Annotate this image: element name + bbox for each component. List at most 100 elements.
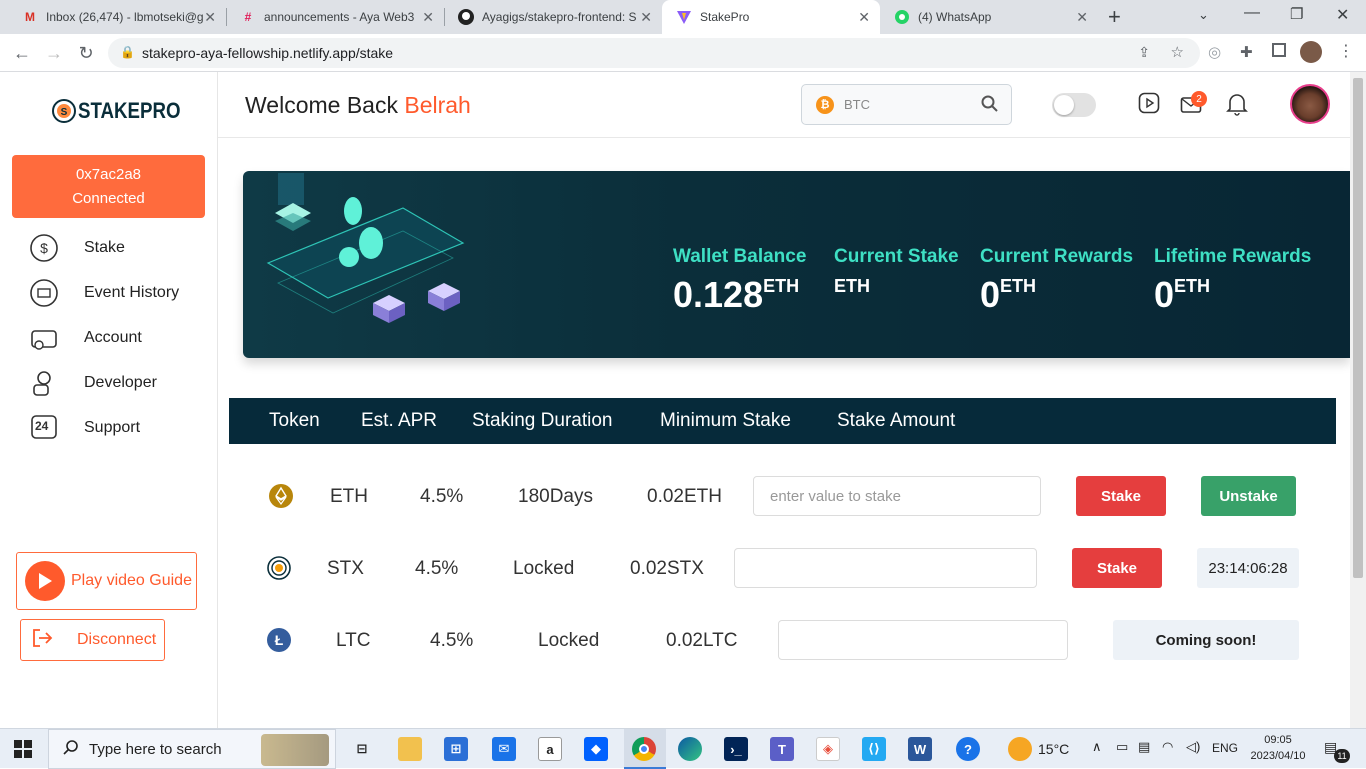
- tab-gmail[interactable]: M Inbox (26,474) - lbmotseki@g ✕: [8, 0, 226, 34]
- file-explorer-icon[interactable]: [398, 737, 422, 761]
- tab-stakepro[interactable]: StakePro ✕: [662, 0, 880, 34]
- browser-tab-bar: M Inbox (26,474) - lbmotseki@g ✕ # annou…: [0, 0, 1366, 34]
- stake-amount-input[interactable]: [734, 548, 1037, 588]
- sidebar-item-event-history[interactable]: Event History: [28, 277, 179, 309]
- help-icon[interactable]: ?: [956, 737, 980, 761]
- battery-icon[interactable]: ▭: [1116, 739, 1128, 755]
- bell-icon[interactable]: [1226, 92, 1248, 121]
- tab-slack[interactable]: # announcements - Aya Web3 ✕: [226, 0, 444, 34]
- back-icon[interactable]: ←: [12, 43, 32, 63]
- sidebar-item-developer[interactable]: Developer: [28, 367, 157, 399]
- sidebar-item-label: Developer: [84, 374, 157, 391]
- wallet-status: Connected: [72, 190, 145, 207]
- forward-icon[interactable]: →: [44, 43, 64, 63]
- taskbar-search-placeholder: Type here to search: [89, 740, 222, 758]
- token-search-input[interactable]: ₿ BTC: [801, 84, 1012, 125]
- amazon-icon[interactable]: a: [538, 737, 562, 761]
- notification-badge: 11: [1334, 749, 1350, 763]
- scrollbar-thumb[interactable]: [1353, 78, 1363, 578]
- tab-github[interactable]: Ayagigs/stakepro-frontend: S ✕: [444, 0, 662, 34]
- token-name: STX: [327, 558, 364, 579]
- new-tab-button[interactable]: +: [1108, 4, 1121, 30]
- window-close-icon[interactable]: ✕: [1336, 5, 1349, 25]
- chrome-icon[interactable]: [632, 737, 656, 761]
- bookmark-star-icon[interactable]: ☆: [1171, 43, 1184, 61]
- taskbar-search-box[interactable]: Type here to search: [48, 729, 336, 769]
- clock[interactable]: 09:05 2023/04/10: [1246, 732, 1310, 764]
- puzzle-extensions-icon[interactable]: ✚: [1240, 43, 1253, 61]
- sidebar-item-stake[interactable]: $ Stake: [28, 232, 125, 264]
- wallet-address: 0x7ac2a8: [75, 166, 142, 183]
- svg-text:Ł: Ł: [275, 632, 284, 648]
- unstake-button[interactable]: Unstake: [1201, 476, 1296, 516]
- close-tab-icon[interactable]: ✕: [1076, 9, 1088, 26]
- task-view-icon[interactable]: ⊟: [350, 737, 374, 761]
- share-icon[interactable]: ⇪: [1138, 44, 1150, 61]
- sidebar-item-account[interactable]: Account: [28, 322, 142, 354]
- support-24-icon: 24: [28, 412, 60, 444]
- search-icon[interactable]: [981, 95, 999, 118]
- wifi-icon[interactable]: ◠: [1162, 739, 1173, 755]
- video-play-icon[interactable]: [1138, 92, 1160, 119]
- tab-title: announcements - Aya Web3: [264, 10, 415, 24]
- dropbox-icon[interactable]: ◆: [584, 737, 608, 761]
- theme-toggle[interactable]: [1052, 93, 1096, 117]
- staking-table-header: Token Est. APR Staking Duration Minimum …: [229, 398, 1336, 444]
- stat-label: Current Stake: [834, 246, 959, 267]
- sidebar-item-support[interactable]: 24 Support: [28, 412, 140, 444]
- page-scrollbar[interactable]: [1350, 72, 1366, 728]
- address-bar: ← → ↻ 🔒 stakepro-aya-fellowship.netlify.…: [0, 34, 1366, 72]
- close-tab-icon[interactable]: ✕: [422, 9, 434, 26]
- stake-amount-input[interactable]: [778, 620, 1068, 660]
- play-video-guide-button[interactable]: Play video Guide: [16, 552, 197, 610]
- microsoft-store-icon[interactable]: ⊞: [444, 737, 468, 761]
- restore-icon[interactable]: ❐: [1290, 5, 1303, 23]
- user-avatar[interactable]: [1290, 84, 1330, 124]
- volume-icon[interactable]: ◁): [1186, 739, 1200, 755]
- browser-menu-icon[interactable]: ⋮: [1338, 41, 1354, 61]
- stats-banner: Wallet Balance 0.128ETH Current Stake ET…: [243, 171, 1350, 358]
- powershell-icon[interactable]: ›_: [724, 737, 748, 761]
- extension-icon[interactable]: ◎: [1208, 43, 1221, 61]
- edge-icon[interactable]: [678, 737, 702, 761]
- stake-button[interactable]: Stake: [1076, 476, 1166, 516]
- network-icon[interactable]: ▤: [1138, 739, 1150, 755]
- clock-date: 2023/04/10: [1250, 750, 1306, 762]
- logo[interactable]: S STAKEPRO: [52, 98, 199, 124]
- url-field[interactable]: 🔒 stakepro-aya-fellowship.netlify.app/st…: [108, 38, 1200, 68]
- dollar-exchange-icon: $: [28, 232, 60, 264]
- minimize-icon[interactable]: —: [1244, 4, 1260, 22]
- duration: Locked: [538, 630, 600, 651]
- mail-app-icon[interactable]: ✉: [492, 737, 516, 761]
- stake-amount-input[interactable]: enter value to stake: [753, 476, 1041, 516]
- wallet-connected-button[interactable]: 0x7ac2a8 Connected: [12, 155, 205, 218]
- vscode-icon[interactable]: ⟨⟩: [862, 737, 886, 761]
- stake-button[interactable]: Stake: [1072, 548, 1162, 588]
- welcome-text: Welcome Back: [245, 92, 398, 118]
- language-indicator[interactable]: ENG: [1212, 741, 1238, 755]
- tab-search-icon[interactable]: ⌄: [1198, 7, 1209, 23]
- close-tab-icon[interactable]: ✕: [640, 9, 652, 26]
- windows-start-icon[interactable]: [14, 740, 32, 763]
- disconnect-button[interactable]: Disconnect: [20, 619, 165, 661]
- tab-title: Ayagigs/stakepro-frontend: S: [482, 10, 637, 24]
- stx-token-icon: [267, 556, 291, 585]
- windows-taskbar: Type here to search ⊟ ⊞ ✉ a ◆ ›_ T ◈ ⟨⟩ …: [0, 728, 1366, 769]
- word-icon[interactable]: W: [908, 737, 932, 761]
- token-name: LTC: [336, 630, 371, 651]
- close-tab-icon[interactable]: ✕: [858, 9, 870, 26]
- phone-illustration: [266, 173, 465, 323]
- tab-title: (4) WhatsApp: [918, 10, 992, 24]
- close-tab-icon[interactable]: ✕: [204, 9, 216, 26]
- teams-icon[interactable]: T: [770, 737, 794, 761]
- side-panel-icon[interactable]: [1272, 43, 1286, 57]
- git-icon[interactable]: ◈: [816, 737, 840, 761]
- tray-chevron-icon[interactable]: ∧: [1092, 739, 1102, 755]
- minimum-stake: 0.02STX: [630, 558, 704, 579]
- token-name: ETH: [330, 486, 368, 507]
- reload-icon[interactable]: ↻: [76, 43, 96, 63]
- search-icon: [63, 739, 79, 760]
- tab-whatsapp[interactable]: (4) WhatsApp ✕: [880, 0, 1098, 34]
- profile-avatar-icon[interactable]: [1300, 41, 1322, 63]
- github-icon: [458, 9, 474, 25]
